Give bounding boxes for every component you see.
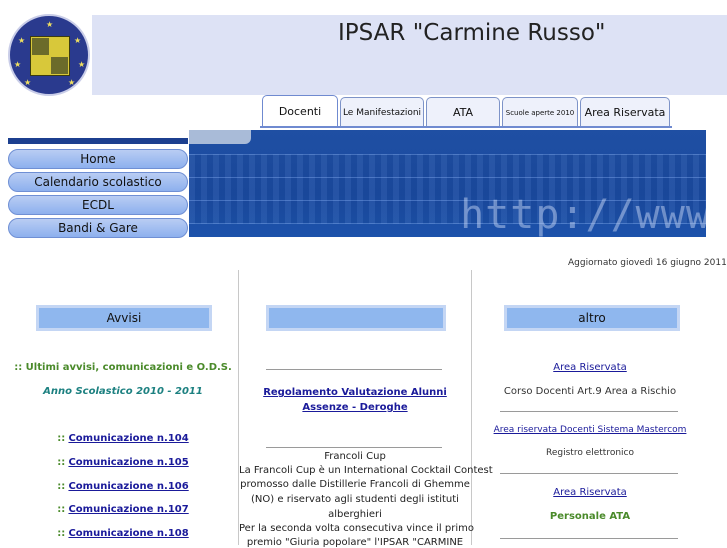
nav-bandi-gare[interactable]: Bandi & Gare xyxy=(8,218,188,238)
comunicazione-104-link[interactable]: Comunicazione n.104 xyxy=(68,433,188,444)
divider xyxy=(500,411,678,412)
banner-url-text: http://www. xyxy=(460,192,706,237)
news-line: premio "Giuria popolare" l'IPSAR "CARMIN… xyxy=(246,537,464,548)
nav-ecdl[interactable]: ECDL xyxy=(8,195,188,215)
corso-docenti-text: Corso Docenti Art.9 Area a Rischio xyxy=(503,386,677,397)
site-title: IPSAR "Carmine Russo" xyxy=(338,20,606,46)
tab-scuole-aperte[interactable]: Scuole aperte 2010 xyxy=(502,97,578,127)
news-line: Per la seconda volta consecutiva vince i… xyxy=(239,523,474,534)
tab-le-manifestazioni[interactable]: Le Manifestazioni xyxy=(340,97,424,127)
avvisi-subtitle: :: Ultimi avvisi, comunicazioni e O.D.S. xyxy=(14,362,232,373)
bullet-icon: :: xyxy=(57,481,66,492)
list-item: :: Comunicazione n.108 xyxy=(0,528,246,539)
tab-ata[interactable]: ATA xyxy=(426,97,500,127)
nav-home[interactable]: Home xyxy=(8,149,188,169)
divider xyxy=(266,447,442,448)
divider xyxy=(266,369,442,370)
comunicazione-106-link[interactable]: Comunicazione n.106 xyxy=(68,481,188,492)
registro-elettronico-text: Registro elettronico xyxy=(546,448,634,458)
comunicazione-107-link[interactable]: Comunicazione n.107 xyxy=(68,504,188,515)
news-line: alberghieri xyxy=(328,509,382,520)
bullet-icon: :: xyxy=(57,457,66,468)
school-year: Anno Scolastico 2010 - 2011 xyxy=(43,386,203,397)
avvisi-header: Avvisi xyxy=(36,305,212,331)
right-link-row-1: Area Riservata xyxy=(472,362,708,373)
comunicazione-108-link[interactable]: Comunicazione n.108 xyxy=(68,528,188,539)
divider xyxy=(500,538,678,539)
tab-baseline xyxy=(260,126,672,128)
banner-tab-strip xyxy=(189,130,251,144)
list-item: :: Comunicazione n.107 xyxy=(0,504,246,515)
regolamento-link-line2: Assenze - Deroghe xyxy=(239,402,471,413)
tab-area-riservata[interactable]: Area Riservata xyxy=(580,97,670,127)
bullet-icon: :: xyxy=(57,433,66,444)
assenze-deroghe-link[interactable]: Assenze - Deroghe xyxy=(302,402,407,413)
bullet-icon: :: xyxy=(57,528,66,539)
last-updated: Aggiornato giovedì 16 giugno 2011 xyxy=(568,258,727,268)
news-title: Francoli Cup xyxy=(324,451,386,462)
regolamento-link-line1: Regolamento Valutazione Alunni xyxy=(239,387,471,398)
school-logo: ★ ★ ★ ★ ★ ★ ★ xyxy=(8,14,90,96)
altro-header: altro xyxy=(504,305,680,331)
list-item: :: Comunicazione n.106 xyxy=(0,481,246,492)
right-link-row-3: Area Riservata xyxy=(472,487,708,498)
header-banner: http://www. xyxy=(189,130,706,237)
area-riservata-link[interactable]: Area Riservata xyxy=(553,362,627,373)
news-line: (NO) e riservato agli studenti degli ist… xyxy=(251,494,459,505)
column-divider-right xyxy=(471,270,472,545)
news-line: promosso dalle Distillerie Francoli di G… xyxy=(240,479,470,490)
bullet-icon: :: xyxy=(57,504,66,515)
right-link-row-2: Area riservata Docenti Sistema Mastercom xyxy=(472,425,708,435)
list-item: :: Comunicazione n.105 xyxy=(0,457,246,468)
area-riservata-mastercom-link[interactable]: Area riservata Docenti Sistema Mastercom xyxy=(494,425,687,435)
center-header xyxy=(266,305,446,331)
nav-calendario-scolastico[interactable]: Calendario scolastico xyxy=(8,172,188,192)
divider xyxy=(500,473,678,474)
tab-docenti[interactable]: Docenti xyxy=(262,95,338,127)
list-item: :: Comunicazione n.104 xyxy=(0,433,246,444)
regolamento-valutazione-link[interactable]: Regolamento Valutazione Alunni xyxy=(263,387,447,398)
news-line: La Francoli Cup è un International Cockt… xyxy=(239,465,493,476)
comunicazione-105-link[interactable]: Comunicazione n.105 xyxy=(68,457,188,468)
area-riservata-ata-link[interactable]: Area Riservata xyxy=(553,487,627,498)
personale-ata-text: Personale ATA xyxy=(549,511,631,522)
nav-top-bar xyxy=(8,138,188,144)
